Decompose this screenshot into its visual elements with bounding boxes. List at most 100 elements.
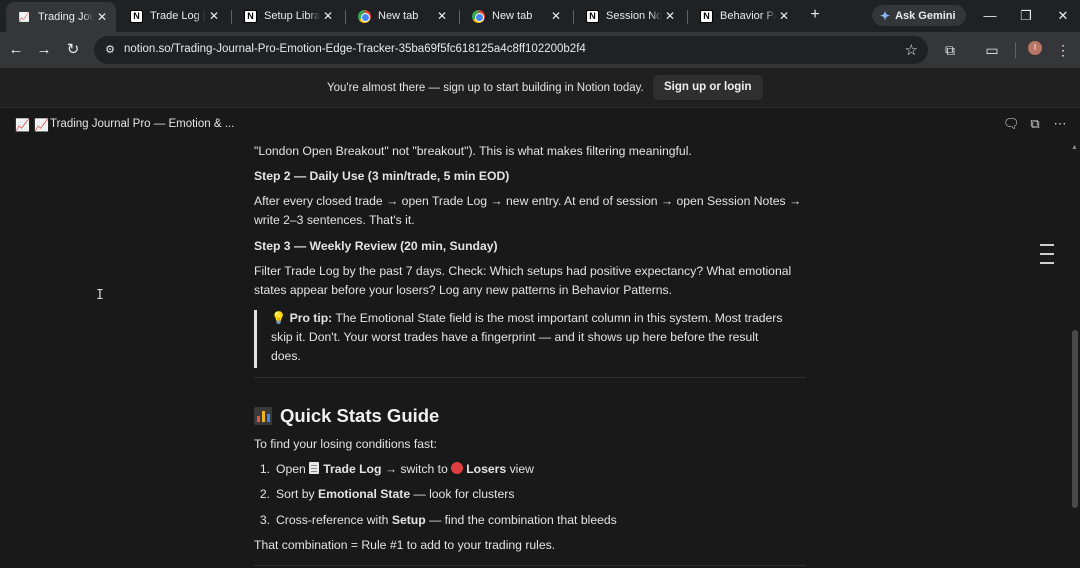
tab-trading-journal[interactable]: 📈 Trading Journal ✕ bbox=[6, 2, 116, 32]
callout-text: The Emotional State field is the most im… bbox=[332, 311, 783, 325]
callout-line: does. bbox=[271, 349, 301, 363]
losers-view-link[interactable]: Losers bbox=[466, 462, 506, 476]
close-icon[interactable]: ✕ bbox=[434, 9, 450, 23]
list-bold: Setup bbox=[391, 513, 426, 527]
list-text: — look for clusters bbox=[410, 487, 515, 501]
trade-log-link[interactable]: Trade Log bbox=[323, 462, 381, 476]
tab-label: New tab bbox=[492, 10, 533, 22]
maximize-icon[interactable]: ❐ bbox=[1016, 6, 1036, 26]
list-text: — find the combination that bleeds bbox=[425, 513, 617, 527]
paragraph: To find your losing conditions fast: bbox=[254, 437, 437, 451]
page-icon bbox=[309, 462, 320, 474]
window-close-icon[interactable]: ✕ bbox=[1053, 6, 1073, 26]
pro-tip-callout: 💡 Pro tip: The Emotional State field is … bbox=[254, 310, 810, 368]
list-number: 2. bbox=[259, 487, 270, 501]
list-number: 3. bbox=[259, 513, 270, 527]
signup-banner: You're almost there — sign up to start b… bbox=[0, 68, 1080, 108]
notion-icon: N bbox=[700, 9, 713, 23]
signup-button[interactable]: Sign up or login bbox=[653, 75, 763, 100]
notion-icon: N bbox=[244, 9, 257, 23]
close-icon[interactable]: ✕ bbox=[548, 9, 564, 23]
close-icon[interactable]: ✕ bbox=[206, 9, 222, 23]
tab-label: New tab bbox=[378, 10, 419, 22]
chart-icon: 📈 bbox=[18, 11, 31, 22]
cast-icon[interactable]: ▭ bbox=[982, 40, 1002, 60]
notion-icon: N bbox=[586, 9, 599, 23]
step2-heading: Step 2 — Daily Use (3 min/trade, 5 min E… bbox=[254, 169, 510, 183]
page-favicon-icon: 📈 bbox=[15, 118, 30, 132]
extensions-icon[interactable]: ⧉ bbox=[940, 40, 960, 60]
text-cursor-icon: I bbox=[96, 288, 104, 303]
address-bar[interactable]: ⚙ notion.so/Trading-Journal-Pro-Emotion-… bbox=[94, 36, 928, 64]
banner-message: You're almost there — sign up to start b… bbox=[327, 82, 644, 94]
list-bold: Emotional State bbox=[318, 487, 411, 501]
list-text: → switch to bbox=[381, 462, 452, 476]
ask-gemini-button[interactable]: ✦ Ask Gemini bbox=[872, 5, 966, 26]
url-text[interactable]: notion.so/Trading-Journal-Pro-Emotion-Ed… bbox=[124, 43, 586, 55]
list-item: 3. Cross-reference with Setup — find the … bbox=[254, 511, 617, 530]
site-settings-icon[interactable]: ⚙ bbox=[103, 43, 117, 57]
profile-avatar[interactable]: I bbox=[1028, 41, 1042, 55]
close-icon[interactable]: ✕ bbox=[94, 10, 110, 24]
callout-line: 💡 Pro tip: The Emotional State field is … bbox=[271, 309, 782, 328]
list-text: Cross-reference with bbox=[276, 513, 392, 527]
tab-new-tab-1[interactable]: New tab ✕ bbox=[346, 4, 456, 28]
tab-label: Trade Log | Data bbox=[150, 10, 206, 22]
notion-icon: N bbox=[130, 9, 143, 23]
toolbar-separator bbox=[1015, 42, 1016, 58]
page-title-icon: 📈 bbox=[34, 118, 49, 132]
tab-label: Setup Library bbox=[264, 10, 320, 22]
scroll-up-icon[interactable]: ▲ bbox=[1071, 144, 1078, 151]
callout-line: skip it. Don't. Your worst trades have a… bbox=[271, 330, 759, 344]
comments-icon[interactable]: 🗨 bbox=[1003, 116, 1020, 132]
paragraph: That combination = Rule #1 to add to you… bbox=[254, 538, 556, 552]
reload-icon[interactable]: ↻ bbox=[63, 40, 83, 60]
step3-heading: Step 3 — Weekly Review (20 min, Sunday) bbox=[254, 239, 498, 253]
close-icon[interactable]: ✕ bbox=[320, 9, 336, 23]
chrome-icon bbox=[472, 9, 485, 23]
list-item: 2. Sort by Emotional State — look for clu… bbox=[254, 485, 515, 504]
ask-gemini-label: Ask Gemini bbox=[895, 9, 956, 22]
more-options-icon[interactable]: ⋯ bbox=[1052, 116, 1068, 132]
back-arrow-icon[interactable]: ← bbox=[6, 40, 26, 60]
breadcrumb-page-title[interactable]: Trading Journal Pro — Emotion & ... bbox=[50, 118, 234, 130]
tab-setup-library[interactable]: N Setup Library ✕ bbox=[232, 4, 342, 28]
paragraph: states appear before your losers? Log an… bbox=[254, 283, 673, 297]
red-circle-icon bbox=[451, 462, 464, 474]
browser-toolbar: ← → ↻ ⚙ notion.so/Trading-Journal-Pro-Em… bbox=[0, 32, 1080, 68]
lightbulb-icon: 💡 bbox=[271, 311, 287, 325]
minimize-icon[interactable]: — bbox=[980, 6, 1000, 26]
gemini-sparkle-icon: ✦ bbox=[880, 8, 891, 23]
heading-text: Quick Stats Guide bbox=[280, 405, 440, 426]
list-item: 1. Open Trade Log → switch to Losers view bbox=[254, 460, 534, 479]
close-icon[interactable]: ✕ bbox=[776, 9, 792, 23]
table-of-contents-icon[interactable] bbox=[1040, 244, 1054, 270]
divider bbox=[254, 377, 806, 378]
tab-session-notes[interactable]: N Session Notes ✕ bbox=[574, 4, 684, 28]
new-tab-button[interactable]: + bbox=[806, 6, 824, 24]
quick-stats-heading: Quick Stats Guide bbox=[254, 404, 439, 428]
paragraph: write 2–3 sentences. That's it. bbox=[254, 213, 415, 227]
tab-behavior-patterns[interactable]: N Behavior Patterns ✕ bbox=[688, 4, 798, 28]
duplicate-icon[interactable]: ⧉ bbox=[1027, 116, 1043, 132]
paragraph: After every closed trade → open Trade Lo… bbox=[254, 194, 802, 208]
tab-label: Behavior Patterns bbox=[720, 10, 776, 22]
page-scrollbar[interactable]: ▲ bbox=[1070, 140, 1080, 568]
scrollbar-thumb[interactable] bbox=[1072, 330, 1078, 508]
paragraph: Filter Trade Log by the past 7 days. Che… bbox=[254, 264, 792, 278]
browser-tab-strip: 📈 Trading Journal ✕ N Trade Log | Data ✕… bbox=[0, 0, 1080, 32]
list-text: Sort by bbox=[276, 487, 318, 501]
chrome-menu-icon[interactable]: ⋮ bbox=[1053, 40, 1073, 60]
close-icon[interactable]: ✕ bbox=[662, 9, 678, 23]
chrome-icon bbox=[358, 9, 371, 23]
forward-arrow-icon[interactable]: → bbox=[34, 40, 54, 60]
tab-trade-log[interactable]: N Trade Log | Data ✕ bbox=[118, 4, 228, 28]
page-topbar: 📈 📈 Trading Journal Pro — Emotion & ... … bbox=[0, 108, 1080, 140]
bar-chart-icon bbox=[254, 407, 272, 425]
list-number: 1. bbox=[259, 462, 270, 476]
tab-label: Session Notes bbox=[606, 10, 662, 22]
bookmark-star-icon[interactable]: ☆ bbox=[905, 41, 918, 59]
paragraph: "London Open Breakout" not "breakout"). … bbox=[254, 144, 692, 158]
tab-new-tab-2[interactable]: New tab ✕ bbox=[460, 4, 570, 28]
tab-label: Trading Journal bbox=[38, 11, 94, 23]
